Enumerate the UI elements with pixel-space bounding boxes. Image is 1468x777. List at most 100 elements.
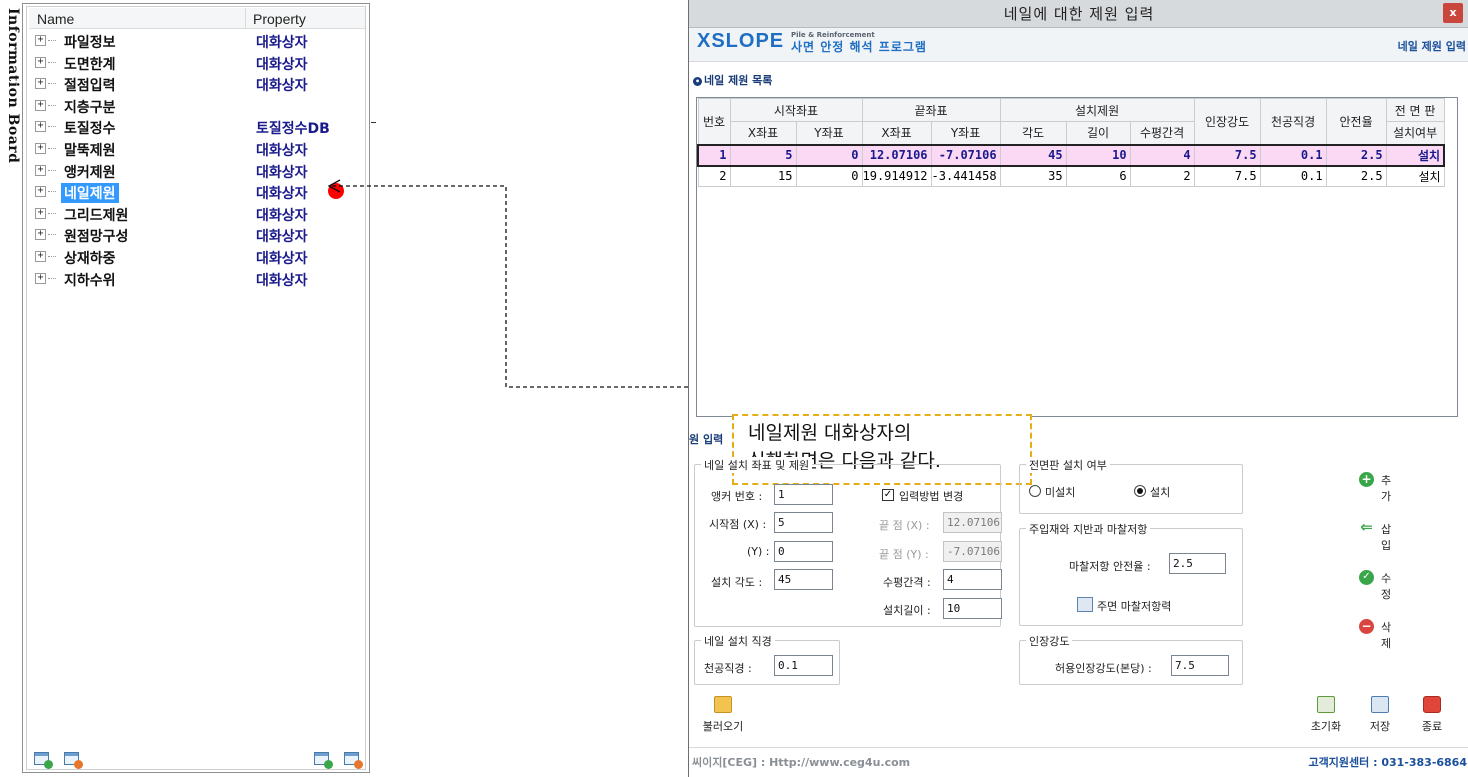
tree-item-name[interactable]: 상재하중: [61, 248, 119, 268]
anchor-no-field[interactable]: 1: [774, 484, 833, 505]
tree-item-name[interactable]: 지하수위: [61, 270, 119, 290]
tree-item-name[interactable]: 절점입력: [61, 75, 119, 95]
header-end-y[interactable]: Y좌표: [930, 121, 1001, 145]
tree-item-name[interactable]: 파일정보: [61, 32, 119, 52]
start-y-field[interactable]: 0: [774, 541, 833, 562]
end-y-field[interactable]: -7.071067: [943, 541, 1002, 562]
header-no[interactable]: 번호: [697, 98, 731, 145]
table-cell[interactable]: 0: [795, 143, 863, 167]
tree-item-name[interactable]: 토질정수: [61, 118, 119, 138]
table-cell[interactable]: -3.441458: [930, 165, 1001, 187]
tree-item-property[interactable]: 대화상자: [256, 205, 308, 225]
tree-item[interactable]: + 앵커제원 대화상자: [31, 160, 361, 182]
table-cell[interactable]: 0: [795, 165, 863, 187]
table-cell[interactable]: 0.1: [1259, 143, 1327, 167]
tree-item-property[interactable]: 대화상자: [256, 75, 308, 95]
tree-item[interactable]: + 원점망구성 대화상자: [31, 224, 361, 246]
diameter-field[interactable]: 0.1: [774, 655, 833, 676]
radio-not-installed[interactable]: [1029, 485, 1041, 497]
tree-item-property[interactable]: 대화상자: [256, 54, 308, 74]
table-cell[interactable]: 5: [729, 143, 797, 167]
tree-item-name[interactable]: 네일제원: [61, 183, 119, 204]
angle-field[interactable]: 45: [774, 569, 833, 590]
table-cell[interactable]: 7.5: [1193, 165, 1261, 187]
table-cell[interactable]: 2.5: [1325, 143, 1387, 167]
table-cell[interactable]: 2: [697, 165, 731, 187]
tree-item-name[interactable]: 지층구분: [61, 97, 119, 117]
table-cell[interactable]: 6: [1065, 165, 1131, 187]
expand-icon[interactable]: +: [35, 164, 46, 176]
table-cell[interactable]: 7.5: [1193, 143, 1261, 167]
table-cell[interactable]: 19.914912: [861, 165, 932, 187]
tree-item-name[interactable]: 그리드제원: [61, 205, 131, 225]
header-end-x[interactable]: X좌표: [861, 121, 932, 145]
table-cell[interactable]: 0.1: [1259, 165, 1327, 187]
tree-item-property[interactable]: 대화상자: [256, 183, 308, 203]
header-spacing[interactable]: 수평간격: [1129, 121, 1195, 145]
expand-icon[interactable]: +: [35, 121, 46, 133]
tree-item-property[interactable]: 대화상자: [256, 226, 308, 246]
tree-item-name[interactable]: 말뚝제원: [61, 140, 119, 160]
table-cell[interactable]: 4: [1129, 143, 1195, 167]
tree-item[interactable]: + 파일정보 대화상자: [31, 30, 361, 52]
header-end[interactable]: 끝좌표: [861, 98, 1001, 122]
input-method-checkbox[interactable]: ✓: [882, 489, 894, 501]
table-cell[interactable]: 10: [1065, 143, 1131, 167]
table-cell[interactable]: -7.07106: [930, 143, 1001, 167]
expand-icon[interactable]: +: [35, 99, 46, 111]
expand-icon[interactable]: +: [35, 186, 46, 198]
tree-item[interactable]: + 그리드제원 대화상자: [31, 203, 361, 225]
expand-icon[interactable]: +: [35, 250, 46, 262]
footer-website[interactable]: 씨이지[CEG] : Http://www.ceg4u.com: [692, 754, 910, 770]
expand-icon[interactable]: +: [35, 78, 46, 90]
tree-item-property[interactable]: 대화상자: [256, 270, 308, 290]
end-x-field[interactable]: 12.071067: [943, 512, 1002, 533]
title-bar[interactable]: 네일에 대한 제원 입력 x: [689, 0, 1468, 28]
expand-all-button[interactable]: [313, 751, 333, 769]
table-cell[interactable]: 15: [729, 165, 797, 187]
header-face-install[interactable]: 설치여부: [1385, 121, 1445, 145]
table-cell[interactable]: 설치: [1385, 165, 1445, 187]
collapse-all-button[interactable]: [343, 751, 363, 769]
reset-button[interactable]: 초기화: [1301, 696, 1351, 736]
expand-icon[interactable]: +: [35, 207, 46, 219]
table-cell[interactable]: 2.5: [1325, 165, 1387, 187]
header-start-x[interactable]: X좌표: [729, 121, 797, 145]
start-x-field[interactable]: 5: [774, 512, 833, 533]
table-cell[interactable]: 35: [999, 165, 1067, 187]
expand-icon[interactable]: +: [35, 56, 46, 68]
spacing-field[interactable]: 4: [943, 569, 1002, 590]
load-button[interactable]: 불러오기: [695, 696, 751, 736]
nail-grid[interactable]: 번호 시작좌표 끝좌표 설치제원 인장강도 천공직경 안전율 전 면 판 X좌표…: [696, 97, 1458, 485]
expand-icon[interactable]: +: [35, 35, 46, 46]
expand-icon[interactable]: +: [35, 142, 46, 154]
expand-icon[interactable]: +: [35, 229, 46, 241]
tree-item[interactable]: + 상재하중 대화상자: [31, 246, 361, 268]
tree-item[interactable]: + 지하수위 대화상자: [31, 268, 361, 290]
tree-item[interactable]: + 절점입력 대화상자: [31, 73, 361, 95]
header-start-y[interactable]: Y좌표: [795, 121, 863, 145]
header-diameter[interactable]: 천공직경: [1259, 98, 1327, 145]
close-button[interactable]: x: [1443, 3, 1463, 23]
tree-item-name[interactable]: 도면한계: [61, 54, 119, 74]
header-length[interactable]: 길이: [1065, 121, 1131, 145]
header-install[interactable]: 설치제원: [999, 98, 1195, 122]
exit-button[interactable]: 종료: [1409, 696, 1455, 736]
table-cell[interactable]: 설치: [1385, 143, 1446, 167]
header-face[interactable]: 전 면 판: [1385, 98, 1445, 122]
table-row[interactable]: 2 15 0 19.914912 -3.441458 35 6 2 7.5 0.1 2.5 설치: [697, 165, 1445, 187]
header-safety[interactable]: 안전율: [1325, 98, 1387, 145]
table-cell[interactable]: 12.07106: [861, 143, 932, 167]
radio-installed[interactable]: [1134, 485, 1146, 497]
header-angle[interactable]: 각도: [999, 121, 1067, 145]
column-header-property[interactable]: Property: [253, 11, 306, 27]
table-row[interactable]: 1 5 0 12.07106 -7.07106 45 10 4 7.5 0.1 2.5 설치: [697, 143, 1446, 167]
tree-item-property[interactable]: 토질정수DB: [256, 118, 330, 138]
tree-item[interactable]: + 말뚝제원 대화상자: [31, 138, 361, 160]
tree-item-property[interactable]: 대화상자: [256, 32, 308, 52]
length-field[interactable]: 10: [943, 598, 1002, 619]
column-separator[interactable]: [245, 8, 246, 29]
tree-item[interactable]: + 지층구분: [31, 95, 361, 117]
tree-item-property[interactable]: 대화상자: [256, 162, 308, 182]
add-node-button[interactable]: [33, 751, 53, 769]
